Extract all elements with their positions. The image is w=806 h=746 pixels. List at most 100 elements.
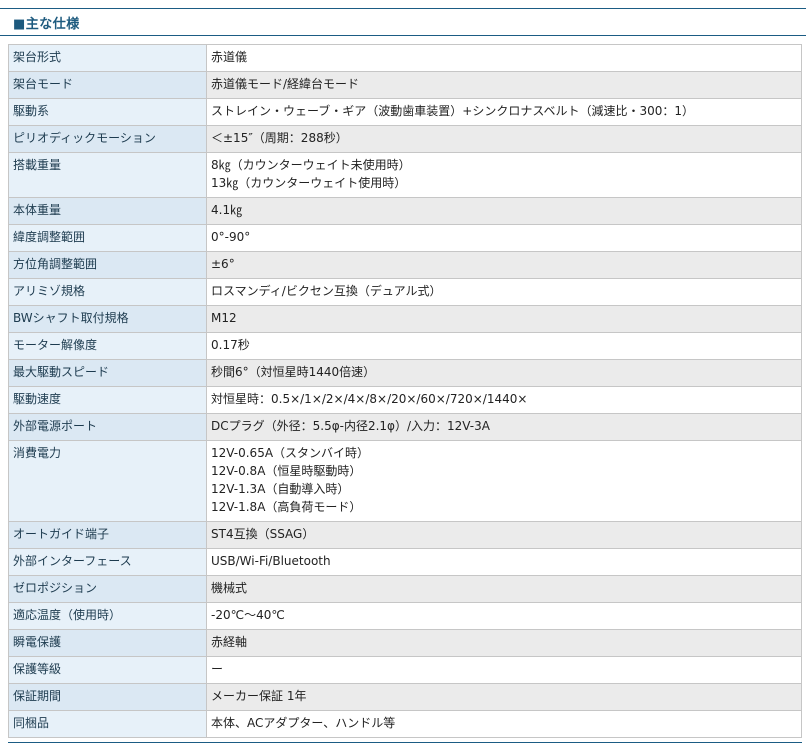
spec-row: 方位角調整範囲 ±6° — [8, 251, 802, 279]
spec-value-line: 0.17秒 — [211, 338, 250, 352]
spec-label: ピリオディックモーション — [8, 125, 207, 153]
spec-value: メーカー保証 1年 — [206, 683, 802, 711]
spec-label: 同梱品 — [8, 710, 207, 738]
spec-value-line: DCプラグ（外径：5.5φ-内径2.1φ）/入力：12V-3A — [211, 419, 490, 433]
spec-value: 赤道儀 — [206, 44, 802, 72]
spec-label: 架台形式 — [8, 44, 207, 72]
spec-label: モーター解像度 — [8, 332, 207, 360]
spec-label: 架台モード — [8, 71, 207, 99]
spec-row: 瞬電保護 赤経軸 — [8, 629, 802, 657]
spec-label: 本体重量 — [8, 197, 207, 225]
spec-value-line: 対恒星時：0.5×/1×/2×/4×/8×/20×/60×/720×/1440× — [211, 392, 528, 406]
spec-value-line: -20℃〜40℃ — [211, 608, 285, 622]
spec-row: 保護等級ー — [8, 656, 802, 684]
spec-value-line: ＜±15″（周期：288秒） — [211, 131, 348, 145]
spec-value: USB/Wi-Fi/Bluetooth — [206, 548, 802, 576]
spec-value-line: 赤道儀モード/経緯台モード — [211, 77, 360, 91]
section-header: ■主な仕様 — [0, 8, 806, 36]
spec-row: 駆動系 ストレイン・ウェーブ・ギア（波動歯車装置）+シンクロナスベルト（減速比・3… — [8, 98, 802, 126]
spec-value-line: 12V-0.65A（スタンバイ時） — [211, 446, 370, 460]
spec-row: 搭載重量 8㎏（カウンターウェイト未使用時） 13㎏（カウンターウェイト使用時） — [8, 152, 802, 198]
spec-label: 保証期間 — [8, 683, 207, 711]
spec-value: 赤経軸 — [206, 629, 802, 657]
spec-row: BWシャフト取付規格 M12 — [8, 305, 802, 333]
spec-label: 緯度調整範囲 — [8, 224, 207, 252]
spec-value: ±6° — [206, 251, 802, 279]
spec-table-body: 架台形式 赤道儀 架台モード 赤道儀モード/経緯台モード 駆動系 ストレイン・ウェーブ・ギ… — [8, 44, 802, 738]
spec-value: 12V-0.65A（スタンバイ時） 12V-0.8A（恒星時駆動時） 12V-1.3… — [206, 440, 802, 522]
spec-row: 同梱品 本体、ACアダプター、ハンドル等 — [8, 710, 802, 738]
spec-value-line: 13㎏（カウンターウェイト使用時） — [211, 176, 407, 190]
spec-value: 8㎏（カウンターウェイト未使用時） 13㎏（カウンターウェイト使用時） — [206, 152, 802, 198]
spec-value: 機械式 — [206, 575, 802, 603]
spec-row: 外部電源ポート DCプラグ（外径：5.5φ-内径2.1φ）/入力：12V-3A — [8, 413, 802, 441]
spec-value: 赤道儀モード/経緯台モード — [206, 71, 802, 99]
spec-value-line: M12 — [211, 311, 237, 325]
spec-value-line: 本体、ACアダプター、ハンドル等 — [211, 716, 396, 730]
spec-label: 外部電源ポート — [8, 413, 207, 441]
spec-value: 秒間6°（対恒星時1440倍速） — [206, 359, 802, 387]
spec-value-line: ±6° — [211, 257, 235, 271]
spec-value-line: 機械式 — [211, 581, 248, 595]
spec-value-line: 赤道儀 — [211, 50, 248, 64]
spec-table: 架台形式 赤道儀 架台モード 赤道儀モード/経緯台モード 駆動系 ストレイン・ウェーブ・ギ… — [8, 44, 802, 738]
spec-row: 緯度調整範囲 0°-90° — [8, 224, 802, 252]
spec-value: M12 — [206, 305, 802, 333]
spec-value-line: 12V-1.8A（高負荷モード） — [211, 500, 362, 514]
spec-value: ＜±15″（周期：288秒） — [206, 125, 802, 153]
spec-row: 本体重量 4.1㎏ — [8, 197, 802, 225]
spec-value-line: USB/Wi-Fi/Bluetooth — [211, 554, 331, 568]
spec-label: 適応温度（使用時） — [8, 602, 207, 630]
spec-value: ST4互換（SSAG） — [206, 521, 802, 549]
spec-value: 4.1㎏ — [206, 197, 802, 225]
spec-row: 適応温度（使用時） -20℃〜40℃ — [8, 602, 802, 630]
spec-value-line: 12V-0.8A（恒星時駆動時） — [211, 464, 362, 478]
spec-row: アリミゾ規格 ロスマンディ/ビクセン互換（デュアル式） — [8, 278, 802, 306]
spec-row: オートガイド端子 ST4互換（SSAG） — [8, 521, 802, 549]
spec-row: ゼロポジション 機械式 — [8, 575, 802, 603]
spec-value-line: 8㎏（カウンターウェイト未使用時） — [211, 158, 411, 172]
spec-row: ピリオディックモーション ＜±15″（周期：288秒） — [8, 125, 802, 153]
spec-value: 0.17秒 — [206, 332, 802, 360]
spec-label: 最大駆動スピード — [8, 359, 207, 387]
bottom-divider — [8, 742, 802, 743]
spec-value-line: ー — [211, 662, 224, 676]
spec-row: 駆動速度 対恒星時：0.5×/1×/2×/4×/8×/20×/60×/720×/1… — [8, 386, 802, 414]
spec-row: 外部インターフェース USB/Wi-Fi/Bluetooth — [8, 548, 802, 576]
spec-value: 0°-90° — [206, 224, 802, 252]
spec-row: 消費電力 12V-0.65A（スタンバイ時） 12V-0.8A（恒星時駆動時） 12V… — [8, 440, 802, 522]
spec-row: 架台形式 赤道儀 — [8, 44, 802, 72]
spec-value: -20℃〜40℃ — [206, 602, 802, 630]
spec-value-line: 4.1㎏ — [211, 203, 243, 217]
spec-label: ゼロポジション — [8, 575, 207, 603]
spec-value-line: メーカー保証 1年 — [211, 689, 307, 703]
section-title: ■主な仕様 — [13, 17, 80, 32]
spec-value-line: 赤経軸 — [211, 635, 248, 649]
spec-value: DCプラグ（外径：5.5φ-内径2.1φ）/入力：12V-3A — [206, 413, 802, 441]
spec-value-line: ST4互換（SSAG） — [211, 527, 315, 541]
spec-value: ストレイン・ウェーブ・ギア（波動歯車装置）+シンクロナスベルト（減速比・300：… — [206, 98, 802, 126]
spec-label: 瞬電保護 — [8, 629, 207, 657]
spec-row: 架台モード 赤道儀モード/経緯台モード — [8, 71, 802, 99]
spec-row: 最大駆動スピード 秒間6°（対恒星時1440倍速） — [8, 359, 802, 387]
spec-label: 方位角調整範囲 — [8, 251, 207, 279]
spec-label: 消費電力 — [8, 440, 207, 522]
spec-label: BWシャフト取付規格 — [8, 305, 207, 333]
spec-label: 駆動速度 — [8, 386, 207, 414]
spec-label: 駆動系 — [8, 98, 207, 126]
spec-label: アリミゾ規格 — [8, 278, 207, 306]
spec-value: ロスマンディ/ビクセン互換（デュアル式） — [206, 278, 802, 306]
spec-value-line: ロスマンディ/ビクセン互換（デュアル式） — [211, 284, 442, 298]
spec-value: 本体、ACアダプター、ハンドル等 — [206, 710, 802, 738]
spec-value: ー — [206, 656, 802, 684]
spec-label: 保護等級 — [8, 656, 207, 684]
spec-value-line: 0°-90° — [211, 230, 251, 244]
spec-label: オートガイド端子 — [8, 521, 207, 549]
spec-value-line: ストレイン・ウェーブ・ギア（波動歯車装置）+シンクロナスベルト（減速比・300：… — [211, 104, 695, 118]
spec-value: 対恒星時：0.5×/1×/2×/4×/8×/20×/60×/720×/1440× — [206, 386, 802, 414]
spec-value-line: 秒間6°（対恒星時1440倍速） — [211, 365, 376, 379]
spec-label: 外部インターフェース — [8, 548, 207, 576]
spec-value-line: 12V-1.3A（自動導入時） — [211, 482, 350, 496]
spec-label: 搭載重量 — [8, 152, 207, 198]
spec-row: 保証期間 メーカー保証 1年 — [8, 683, 802, 711]
